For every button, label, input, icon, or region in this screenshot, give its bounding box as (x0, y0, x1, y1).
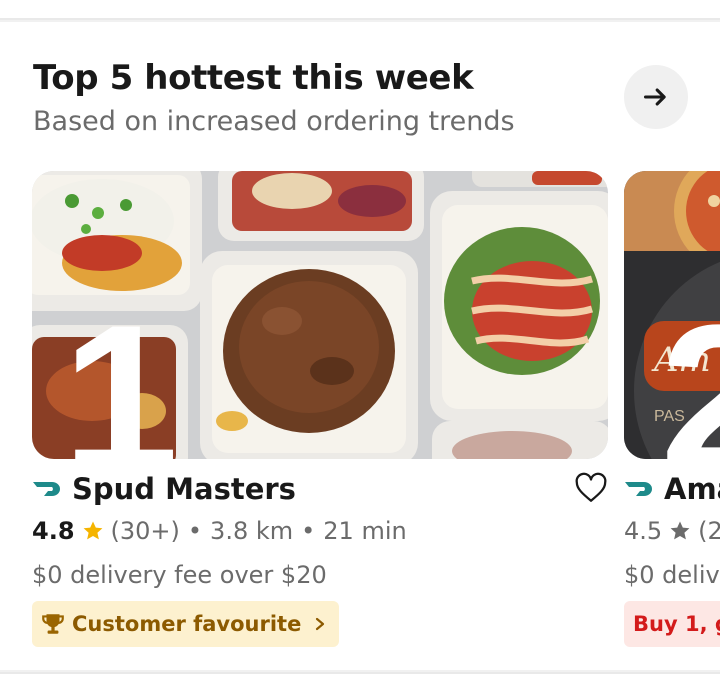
store-distance: 3.8 km (210, 517, 294, 545)
store-image[interactable]: Am PAS 2 (624, 171, 720, 459)
carousel-next-button[interactable] (624, 65, 688, 129)
chevron-right-icon (316, 617, 325, 631)
review-count: (2 (698, 517, 720, 545)
separator-dot: • (301, 517, 316, 545)
trophy-icon (42, 614, 64, 634)
svg-text:2: 2 (660, 281, 720, 459)
dashpass-icon (625, 482, 652, 496)
store-card[interactable]: Am PAS 2 Ama 4.5 (2 $0 deliv Buy 1, ge (624, 171, 720, 647)
next-section-edge (0, 672, 720, 692)
delivery-fee: $0 delivery fee over $20 (32, 561, 327, 589)
section-subtitle: Based on increased ordering trends (33, 106, 515, 137)
review-count: (30+) (110, 517, 180, 545)
store-name-row: Spud Masters (32, 471, 296, 507)
delivery-time: 21 min (323, 517, 407, 545)
separator-dot: • (187, 517, 203, 545)
top-hottest-carousel: Top 5 hottest this week Based on increas… (0, 22, 720, 670)
store-name: Spud Masters (72, 472, 296, 506)
arrow-right-icon (643, 88, 666, 106)
dashpass-icon (33, 482, 60, 496)
star-icon (670, 521, 690, 540)
section-title: Top 5 hottest this week (33, 58, 474, 98)
store-rating: 4.8 (32, 517, 75, 545)
store-meta: 4.5 (2 (624, 517, 720, 545)
star-icon (83, 521, 102, 540)
store-image[interactable]: 1 (32, 171, 608, 459)
promo-badge[interactable]: Buy 1, ge (624, 601, 720, 647)
customer-favourite-badge[interactable]: Customer favourite (32, 601, 340, 647)
store-meta: 4.8 (30+) • 3.8 km • 21 min (32, 517, 407, 545)
delivery-fee: $0 deliv (624, 561, 720, 589)
previous-section-edge (0, 0, 720, 20)
badge-label: Buy 1, ge (633, 612, 720, 636)
store-name-row: Ama (624, 471, 720, 507)
badge-label: Customer favourite (72, 612, 302, 636)
store-card[interactable]: 1 Spud Masters 4.8 (30+) • 3.8 km • 21 m… (32, 171, 608, 647)
favorite-heart-icon[interactable] (574, 471, 608, 505)
store-rating: 4.5 (624, 517, 663, 545)
store-name: Ama (664, 472, 720, 506)
svg-text:1: 1 (62, 281, 179, 459)
